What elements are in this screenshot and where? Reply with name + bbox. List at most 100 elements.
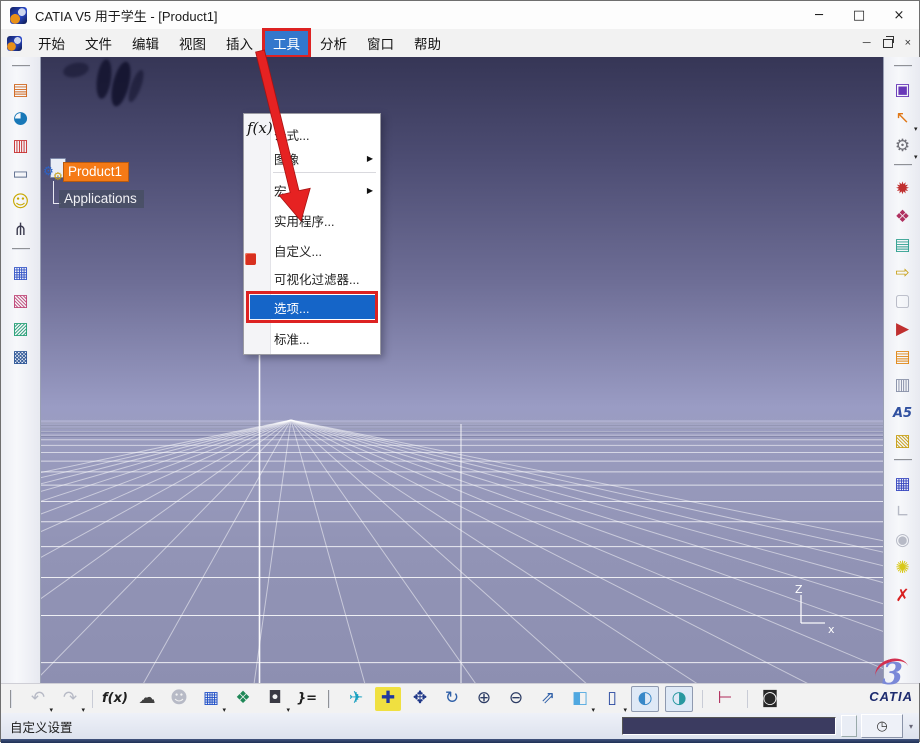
fit-all-in-icon[interactable]: ✚ [375, 687, 401, 711]
zoom-in-icon[interactable]: ⊕ [471, 687, 497, 711]
redo-icon[interactable]: ↷▾ [57, 687, 83, 711]
menubar-item-start[interactable]: 开始 [29, 30, 74, 56]
rotate-icon[interactable]: ↻ [439, 687, 465, 711]
menubar-item-tools[interactable]: 工具 [264, 30, 309, 56]
graph-tree-reordering-icon[interactable]: ⋔ [8, 218, 34, 242]
viewport-3d[interactable]: Zx ⚙ ⚙ Product1 Applications [41, 57, 883, 683]
toolbar-handle[interactable] [12, 65, 30, 72]
toolbar-handle[interactable] [894, 164, 912, 171]
clock-button[interactable]: ◷ [861, 714, 903, 738]
isometric-view-icon[interactable]: ◧▾ [567, 687, 593, 711]
named-views-icon[interactable]: ▯▾ [599, 687, 625, 711]
menubar-item-view[interactable]: 视图 [170, 30, 215, 56]
fly-mode-icon[interactable]: ✈ [343, 687, 369, 711]
tools-menu-item-options[interactable]: 选项... [250, 295, 375, 319]
toolbar-handle[interactable] [328, 690, 335, 708]
multi-instantiation-icon[interactable]: ▦ [8, 261, 34, 285]
tools-menu-item-macro[interactable]: 宏▶ [274, 180, 375, 200]
child-restore-button[interactable] [883, 39, 893, 48]
zoom-out-icon-glyph: ⊖ [509, 690, 523, 707]
tools-menu-item-customize[interactable]: 自定义... [274, 240, 375, 260]
tree-node-applications[interactable]: Applications [59, 190, 144, 208]
knowledge-doc-icon[interactable]: ❖ [890, 205, 916, 229]
shading-edges-render-icon[interactable]: ◑ [665, 686, 693, 712]
toolbar-separator [747, 690, 748, 708]
toolbar-handle[interactable] [10, 690, 17, 708]
hidden-objects-icon[interactable]: ▥ [890, 373, 916, 397]
normal-view-icon[interactable]: ⇗ [535, 687, 561, 711]
component-positioning-icon-glyph: ▭ [12, 166, 28, 183]
status-blank-button[interactable] [841, 715, 857, 737]
toolbar-handle[interactable] [894, 459, 912, 466]
update-icon-glyph: ✹ [895, 181, 909, 198]
menubar-item-file[interactable]: 文件 [76, 30, 121, 56]
group-tree-icon[interactable]: ▧ [890, 429, 916, 453]
light-bulb-on-icon[interactable]: ✺ [890, 556, 916, 580]
light-bulb-off-icon[interactable]: ✗ [890, 584, 916, 608]
command-input-field[interactable] [622, 717, 836, 735]
dropdown-caret-icon[interactable]: ▾ [914, 153, 918, 161]
person-icon[interactable]: ☻ [166, 687, 192, 711]
text-format-icon[interactable]: A5 [890, 401, 916, 425]
lock-icon[interactable]: ◘▾ [262, 687, 288, 711]
product-structure-icon[interactable]: ▤ [8, 78, 34, 102]
formula-icon[interactable]: f(x) [102, 687, 128, 711]
screen-capture-icon[interactable]: ◙ [757, 687, 783, 711]
component-constraints-icon[interactable]: ▧ [8, 289, 34, 313]
reuse-pattern-icon[interactable]: ▨ [8, 317, 34, 341]
select-tool-icon[interactable]: ↖▾ [890, 106, 916, 130]
tools-menu-item-formula[interactable]: 公式... [274, 124, 375, 144]
export-doc-icon[interactable]: ⇨ [890, 261, 916, 285]
paste-special-icon[interactable]: ▢ [890, 289, 916, 313]
undo-icon[interactable]: ↶▾ [25, 687, 51, 711]
menu-separator [273, 172, 376, 173]
menubar-item-edit[interactable]: 编辑 [123, 30, 168, 56]
maximize-button[interactable]: □ [839, 1, 879, 29]
bottom-toolbar: ↶▾↷▾ f(x)☁☻▦▾❖◘▾}= ✈ ✚ ✥↻⊕ ⊖ ⇗◧▾▯▾◐◑ ⊢ ◙ [1, 683, 919, 713]
tools-menu-item-standards[interactable]: 标准... [274, 328, 375, 348]
tools-menu-item-visualization-filters[interactable]: 可视化过滤器... [274, 268, 375, 288]
product-report-icon[interactable]: ▩ [8, 345, 34, 369]
menubar-item-help[interactable]: 帮助 [405, 30, 450, 56]
grid-tree-icon[interactable]: ▦ [890, 472, 916, 496]
tools-menu-item-image[interactable]: 图像▶ [274, 148, 375, 168]
measure-between-icon[interactable]: ⊢ [712, 687, 738, 711]
menubar-item-insert[interactable]: 插入 [217, 30, 262, 56]
shading-render-icon[interactable]: ◐ [631, 686, 659, 712]
product-report-icon-glyph: ▩ [12, 349, 28, 366]
toolbar-separator [702, 690, 703, 708]
selection-sets-icon[interactable]: ▤ [890, 345, 916, 369]
zoom-out-icon[interactable]: ⊖ [503, 687, 529, 711]
snap-tool-icon[interactable]: ⚙▾ [890, 134, 916, 158]
equivalent-dimensions-icon[interactable]: }= [294, 687, 320, 711]
existing-component-icon[interactable]: ▥ [8, 134, 34, 158]
close-button[interactable]: × [879, 1, 919, 29]
select-tool-icon-glyph: ↖ [895, 110, 909, 127]
dropdown-caret-icon[interactable]: ▾ [914, 125, 918, 133]
measure-ruler-icon[interactable]: ∟ [890, 500, 916, 524]
minimize-button[interactable]: ─ [799, 1, 839, 29]
status-caret-icon[interactable]: ▾ [909, 722, 913, 731]
menubar-item-window[interactable]: 窗口 [358, 30, 403, 56]
design-table-icon[interactable]: ▦▾ [198, 687, 224, 711]
open-catalog-icon[interactable]: ▶ [890, 317, 916, 341]
process-doc-icon[interactable]: ▤ [890, 233, 916, 257]
tree-node-product1[interactable]: Product1 [63, 162, 129, 182]
menubar-item-analyze[interactable]: 分析 [311, 30, 356, 56]
relations-icon[interactable]: ❖ [230, 687, 256, 711]
component-icon[interactable]: ◕ [8, 106, 34, 130]
tools-menu-item-utility[interactable]: 实用程序... [274, 210, 375, 230]
fit-all-in-icon-glyph: ✚ [381, 690, 395, 707]
comment-icon[interactable]: ☁ [134, 687, 160, 711]
toolbar-handle[interactable] [894, 65, 912, 72]
update-icon[interactable]: ✹ [890, 177, 916, 201]
smart-insert-icon[interactable]: ☺ [8, 190, 34, 214]
pan-icon[interactable]: ✥ [407, 687, 433, 711]
right-toolbar: ▣↖▾⚙▾✹❖▤⇨▢▶▤▥A5▧▦∟◉✺✗ [883, 57, 920, 683]
eye-icon[interactable]: ◉ [890, 528, 916, 552]
child-close-button[interactable]: × [905, 37, 911, 49]
component-positioning-icon[interactable]: ▭ [8, 162, 34, 186]
child-minimize-button[interactable]: ─ [863, 37, 871, 49]
toolbar-handle[interactable] [12, 248, 30, 255]
workbench-icon[interactable]: ▣ [890, 78, 916, 102]
